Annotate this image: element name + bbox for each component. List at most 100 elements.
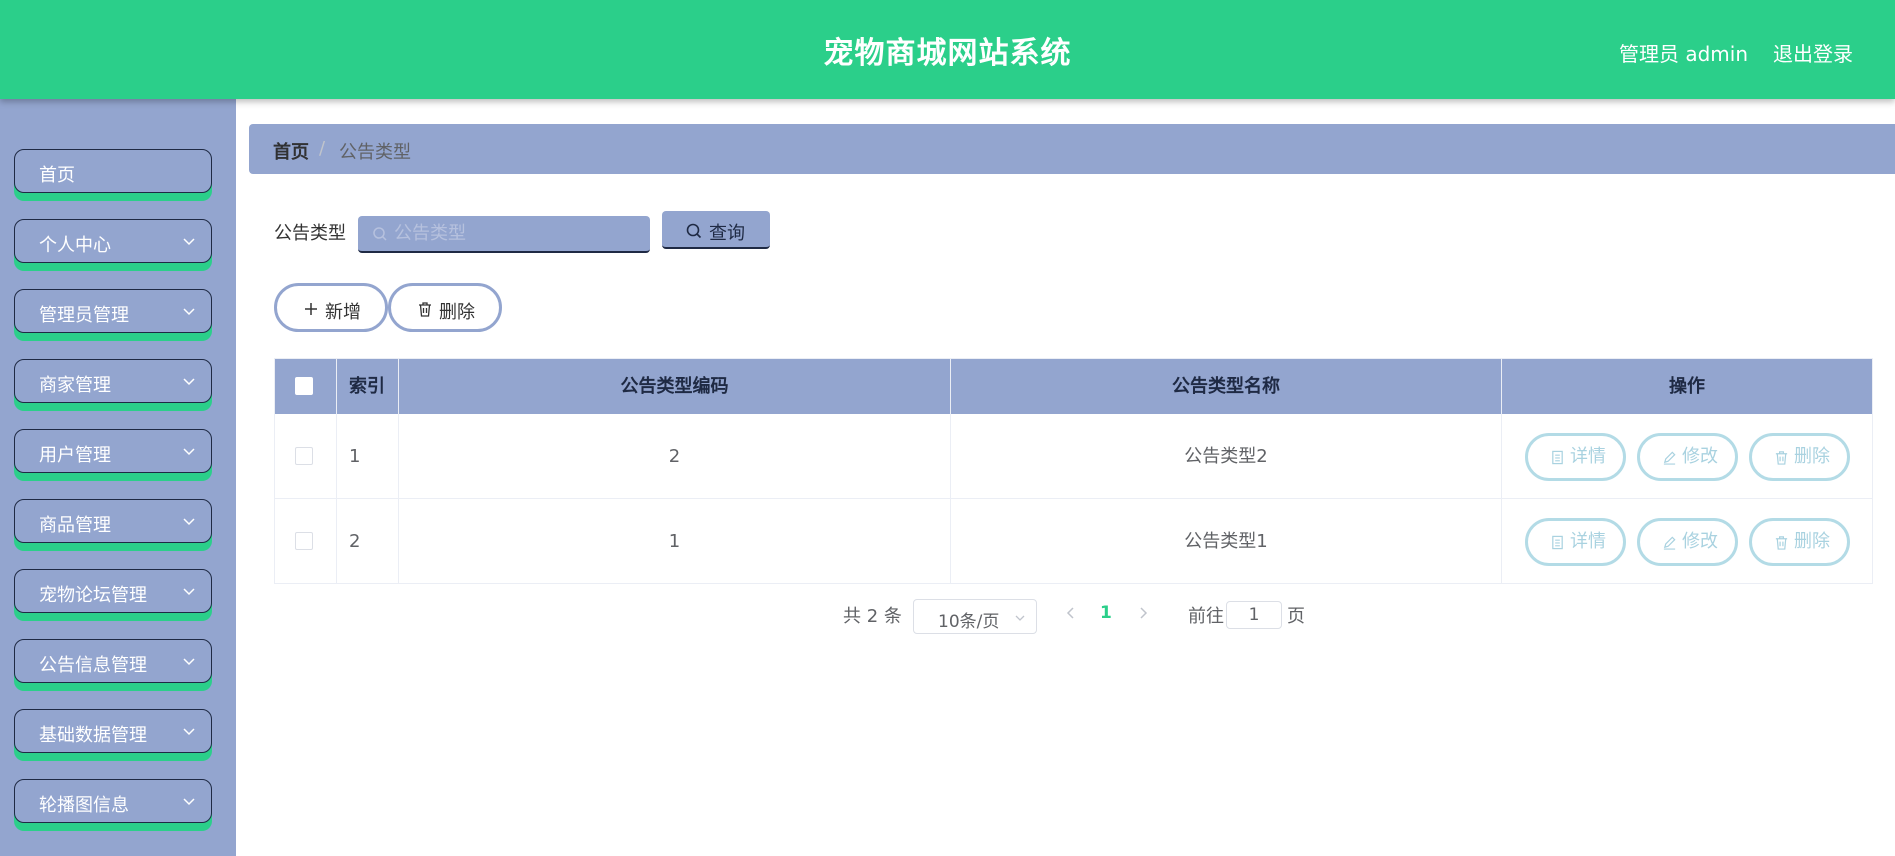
- cell-index: 2: [337, 499, 399, 584]
- sidebar-item-carousel[interactable]: 轮播图信息: [14, 779, 212, 823]
- sidebar-item-label: 基础数据管理: [39, 725, 147, 746]
- top-header: 宠物商城网站系统 管理员 admin 退出登录: [0, 0, 1895, 99]
- row-select-cell: [275, 414, 337, 499]
- breadcrumb-home[interactable]: 首页: [273, 138, 309, 164]
- table-row: 2 1 公告类型1 详情 修改 删除: [275, 499, 1872, 584]
- chevron-down-icon: [183, 238, 195, 246]
- document-icon: [1552, 535, 1563, 550]
- column-header-actions: 操作: [1669, 376, 1705, 397]
- app-title: 宠物商城网站系统: [823, 36, 1072, 71]
- sidebar-item-label: 宠物论坛管理: [39, 585, 147, 606]
- sidebar-item-forum-management[interactable]: 宠物论坛管理: [14, 569, 212, 613]
- trash-icon: [1775, 451, 1788, 465]
- pagination-total: 共 2 条: [843, 606, 902, 627]
- select-all-cell: [275, 359, 337, 414]
- trash-icon: [419, 302, 431, 317]
- chevron-down-icon: [183, 588, 195, 596]
- query-button-label: 查询: [709, 223, 745, 244]
- detail-button[interactable]: 详情: [1525, 518, 1626, 566]
- row-select-cell: [275, 499, 337, 584]
- cell-index: 1: [337, 414, 399, 499]
- edit-button-label: 修改: [1682, 531, 1718, 552]
- sidebar-item-user-management[interactable]: 用户管理: [14, 429, 212, 473]
- goto-page-input[interactable]: [1226, 601, 1282, 629]
- add-button[interactable]: 新增: [274, 283, 388, 332]
- sidebar-item-merchant-management[interactable]: 商家管理: [14, 359, 212, 403]
- chevron-left-icon[interactable]: [1063, 603, 1079, 623]
- logout-link[interactable]: 退出登录: [1773, 38, 1853, 67]
- sidebar-item-notice-management[interactable]: 公告信息管理: [14, 639, 212, 683]
- column-header-name[interactable]: 公告类型名称: [951, 359, 1502, 414]
- cell-actions: 详情 修改 删除: [1502, 499, 1872, 584]
- detail-button-label: 详情: [1570, 531, 1606, 552]
- row-delete-button[interactable]: 删除: [1749, 433, 1850, 481]
- page-size-select[interactable]: 10条/页: [913, 599, 1037, 634]
- row-delete-button-label: 删除: [1794, 531, 1830, 552]
- search-icon: [686, 223, 702, 239]
- sidebar: 首页 个人中心 管理员管理 商家管理 用户管理 商品管理 宠物论坛管理 公告信息…: [0, 99, 236, 856]
- cell-name: 公告类型2: [951, 414, 1502, 499]
- detail-button-label: 详情: [1570, 446, 1606, 467]
- trash-icon: [1775, 536, 1788, 550]
- table-header: 索引 公告类型编码 公告类型名称 操作: [275, 359, 1872, 414]
- search-input[interactable]: [394, 216, 634, 251]
- chevron-down-icon: [183, 518, 195, 526]
- search-label: 公告类型: [274, 223, 346, 244]
- row-delete-button-label: 删除: [1794, 446, 1830, 467]
- column-header-code[interactable]: 公告类型编码: [399, 359, 951, 414]
- column-header-index[interactable]: 索引: [337, 359, 399, 414]
- sidebar-item-label: 个人中心: [39, 235, 111, 256]
- pencil-icon: [1663, 536, 1676, 550]
- sidebar-item-label: 用户管理: [39, 445, 111, 466]
- edit-button[interactable]: 修改: [1637, 433, 1738, 481]
- edit-button[interactable]: 修改: [1637, 518, 1738, 566]
- sidebar-item-personal-center[interactable]: 个人中心: [14, 219, 212, 263]
- cell-code: 2: [399, 414, 951, 499]
- add-button-label: 新增: [325, 302, 361, 323]
- current-user: 管理员 admin: [1619, 42, 1749, 66]
- sidebar-item-label: 轮播图信息: [39, 795, 129, 816]
- row-delete-button[interactable]: 删除: [1749, 518, 1850, 566]
- table-row: 1 2 公告类型2 详情 修改 删除: [275, 414, 1872, 499]
- breadcrumb-current: 公告类型: [339, 142, 411, 163]
- search-icon: [373, 227, 387, 241]
- chevron-down-icon: [183, 308, 195, 316]
- goto-label: 前往: [1188, 606, 1224, 627]
- row-checkbox[interactable]: [295, 447, 313, 465]
- edit-button-label: 修改: [1682, 446, 1718, 467]
- select-all-checkbox[interactable]: [295, 377, 313, 395]
- sidebar-item-label: 商家管理: [39, 375, 111, 396]
- chevron-right-icon[interactable]: [1135, 603, 1151, 623]
- page-number-current[interactable]: 1: [1100, 603, 1112, 623]
- goto-suffix: 页: [1287, 606, 1305, 627]
- chevron-down-icon: [183, 728, 195, 736]
- sidebar-item-home[interactable]: 首页: [14, 149, 212, 193]
- sidebar-item-base-data-management[interactable]: 基础数据管理: [14, 709, 212, 753]
- chevron-down-icon: [183, 448, 195, 456]
- row-checkbox[interactable]: [295, 532, 313, 550]
- document-icon: [1552, 450, 1563, 465]
- pencil-icon: [1663, 451, 1676, 465]
- sidebar-item-label: 管理员管理: [39, 305, 129, 326]
- sidebar-item-product-management[interactable]: 商品管理: [14, 499, 212, 543]
- delete-button-label: 删除: [439, 302, 475, 323]
- chevron-down-icon: [183, 378, 195, 386]
- query-button[interactable]: 查询: [662, 211, 770, 249]
- search-field[interactable]: [358, 216, 650, 253]
- sidebar-item-label: 商品管理: [39, 515, 111, 536]
- cell-actions: 详情 修改 删除: [1502, 414, 1872, 499]
- sidebar-item-label: 公告信息管理: [39, 655, 147, 676]
- detail-button[interactable]: 详情: [1525, 433, 1626, 481]
- chevron-down-icon: [183, 658, 195, 666]
- sidebar-item-admin-management[interactable]: 管理员管理: [14, 289, 212, 333]
- breadcrumb: 首页 / 公告类型: [249, 124, 1895, 174]
- delete-button[interactable]: 删除: [388, 283, 502, 332]
- plus-icon: [305, 303, 317, 315]
- breadcrumb-separator: /: [319, 138, 326, 159]
- page-size-value: 10条/页: [938, 612, 1000, 632]
- sidebar-item-label: 首页: [39, 165, 75, 186]
- cell-name: 公告类型1: [951, 499, 1502, 584]
- chevron-down-icon: [1015, 615, 1025, 621]
- notice-type-table: 索引 公告类型编码 公告类型名称 操作 1 2 公告类型2 详情 修改 删除 2…: [274, 358, 1873, 584]
- chevron-down-icon: [183, 798, 195, 806]
